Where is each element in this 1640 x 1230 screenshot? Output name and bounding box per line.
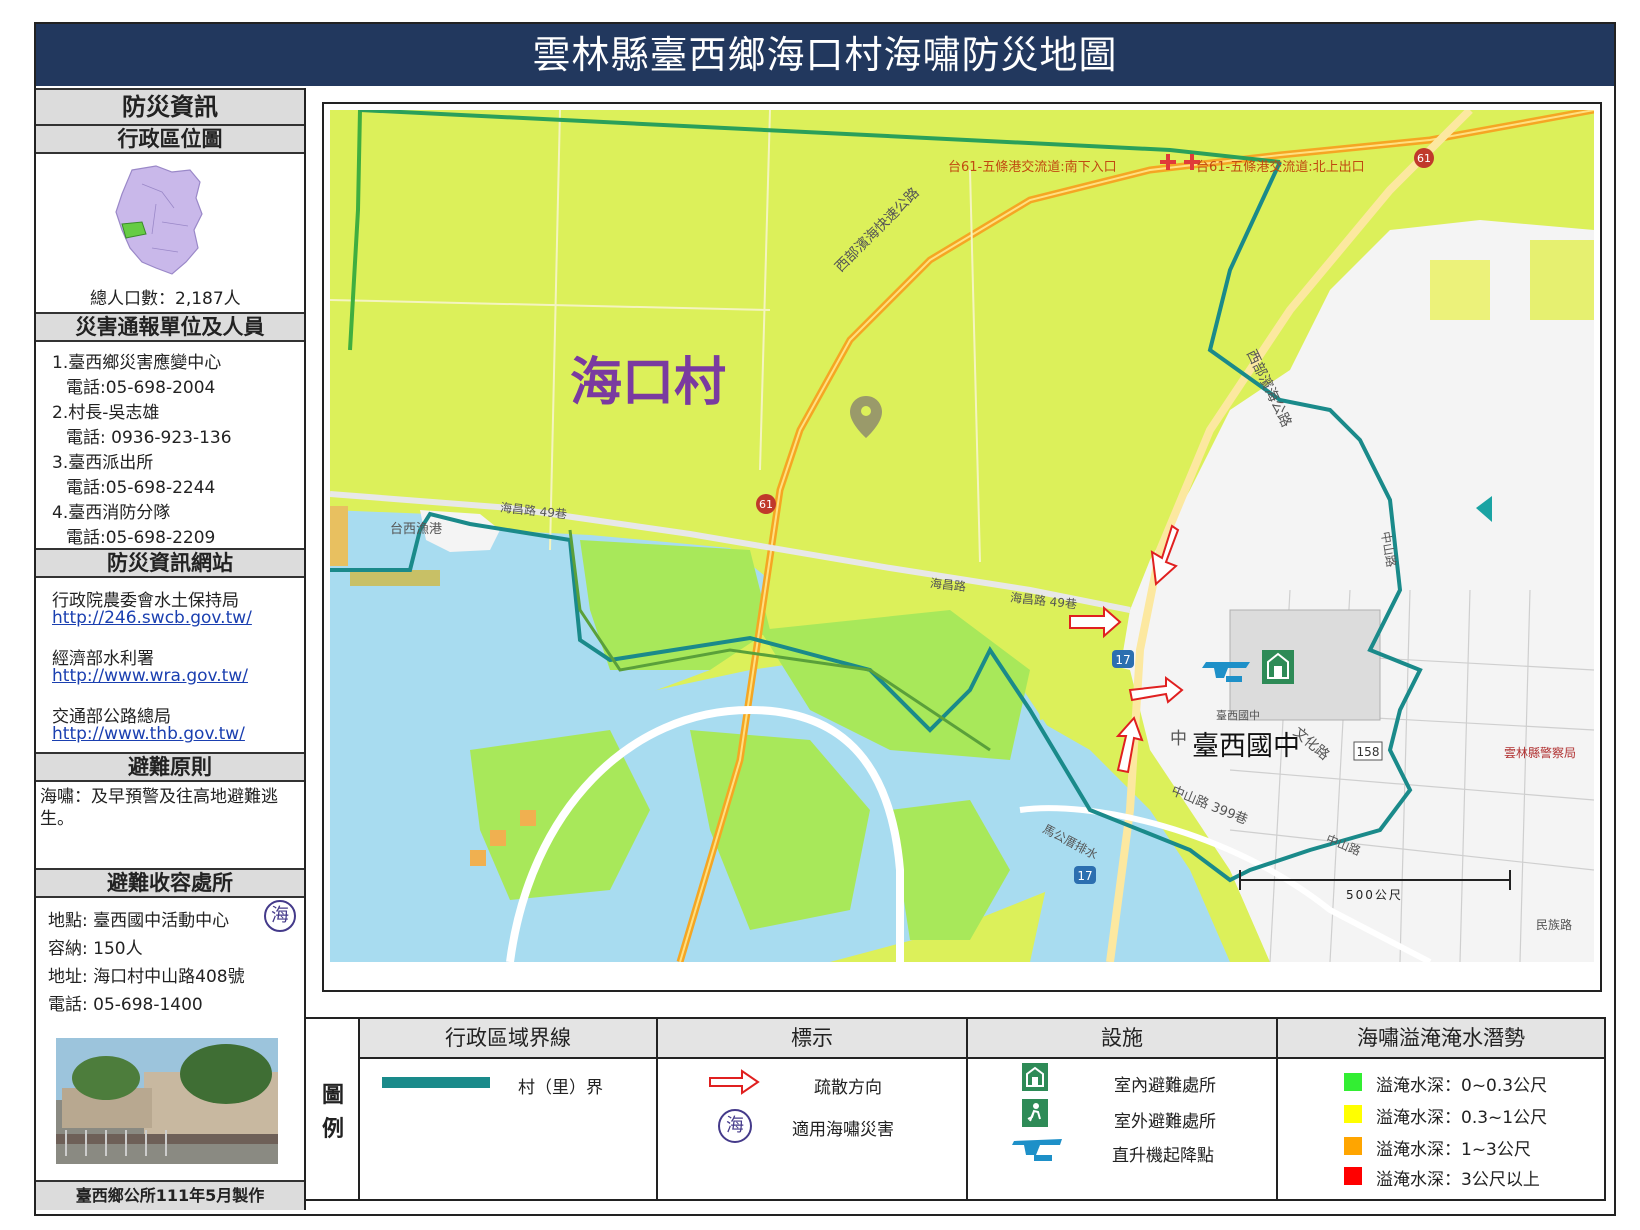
shelter-capacity: 容納: 150人 xyxy=(48,939,143,959)
map-label: 台西漁港 xyxy=(390,522,443,537)
inundation-tile-orange xyxy=(520,810,536,826)
section-contacts-header: 災害通報單位及人員 xyxy=(36,312,304,342)
contact-line: 電話:05-698-2244 xyxy=(66,478,216,498)
inundation-tile xyxy=(1430,260,1490,320)
route-17-label: 17 xyxy=(1115,653,1130,667)
inundation-swatch xyxy=(1344,1137,1362,1155)
page-title: 雲林縣臺西鄉海口村海嘯防災地圖 xyxy=(36,24,1614,86)
inundation-swatch xyxy=(1344,1105,1362,1123)
school-block xyxy=(1229,609,1381,721)
route-61-label: 61 xyxy=(1417,152,1431,165)
route-17-label: 17 xyxy=(1077,869,1092,883)
contact-line: 4.臺西消防分隊 xyxy=(52,503,171,523)
principle-text: 生。 xyxy=(40,809,74,829)
map-label: 台61-五條港交流道:南下入口 xyxy=(948,160,1117,175)
mark-label: 疏散方向 xyxy=(814,1078,882,1098)
contact-line: 電話:05-698-2209 xyxy=(66,528,216,548)
legend-col-facilities: 設施 xyxy=(968,1019,1276,1059)
shelter-phone: 電話: 05-698-1400 xyxy=(48,995,203,1015)
inundation-label: 溢淹水深：3公尺以上 xyxy=(1376,1170,1540,1190)
section-principle-header: 避難原則 xyxy=(36,752,304,782)
evacuation-arrow-icon xyxy=(709,1069,760,1095)
section-shelter-header: 避難收容處所 xyxy=(36,868,304,898)
inundation-label: 溢淹水深：0~0.3公尺 xyxy=(1376,1076,1548,1096)
population-text: 總人口數：2,187人 xyxy=(90,289,241,309)
route-shield-61: 61 xyxy=(756,494,776,514)
inundation-swatch xyxy=(1344,1073,1362,1091)
facility-label: 室外避難處所 xyxy=(1114,1112,1216,1132)
inundation-label: 溢淹水深：1~3公尺 xyxy=(1376,1140,1531,1160)
legend-side-char: 圖 xyxy=(321,1083,344,1108)
route-shield-17: 17 xyxy=(1074,866,1096,884)
website-link[interactable]: http://246.swcb.gov.tw/ xyxy=(52,608,252,628)
legend: 圖 例 行政區域界線 標示 設施 海嘯溢淹淹水潛勢 村（里）界 疏散方向 海 適… xyxy=(304,1017,1606,1201)
contact-line: 電話: 0936-923-136 xyxy=(66,428,232,448)
inundation-tile-orange xyxy=(490,830,506,846)
contact-line: 電話:05-698-2004 xyxy=(66,378,216,398)
map-label: 海昌路 xyxy=(929,576,967,594)
legend-col-marks: 標示 xyxy=(658,1019,966,1059)
inundation-tile-orange xyxy=(470,850,486,866)
principle-text: 海嘯：及早預警及往高地避難逃 xyxy=(40,787,278,807)
school-name-label: 臺西國中 xyxy=(1192,731,1300,762)
section-info-header: 防災資訊 xyxy=(36,88,304,126)
outdoor-shelter-icon xyxy=(1022,1099,1048,1127)
map[interactable]: 61 61 17 17 158 海口村 臺西國中 臺西國中 中 台61-五條港交… xyxy=(330,110,1594,962)
facility-label: 室內避難處所 xyxy=(1114,1076,1216,1096)
boundary-line-swatch xyxy=(382,1077,490,1088)
footer-credit: 臺西鄉公所111年5月製作 xyxy=(36,1180,304,1210)
school-small-label: 臺西國中 xyxy=(1216,709,1260,722)
website-link[interactable]: http://www.thb.gov.tw/ xyxy=(52,724,245,744)
shelter-photo xyxy=(56,1038,278,1164)
tsunami-badge-icon: 海 xyxy=(718,1109,752,1143)
scale-label: 500公尺 xyxy=(1346,888,1403,902)
route-61-label: 61 xyxy=(759,498,773,511)
tsunami-badge: 海 xyxy=(264,900,296,932)
website-link[interactable]: http://www.wra.gov.tw/ xyxy=(52,666,248,686)
contact-line: 1.臺西鄉災害應變中心 xyxy=(52,353,222,373)
route-shield-17: 17 xyxy=(1112,650,1134,668)
shelter-address: 地址: 海口村中山路408號 xyxy=(48,967,245,987)
legend-side-char: 例 xyxy=(321,1117,344,1142)
section-websites-header: 防災資訊網站 xyxy=(36,548,304,578)
indoor-shelter-icon[interactable] xyxy=(1262,650,1294,684)
township-shape xyxy=(115,165,203,275)
contact-line: 3.臺西派出所 xyxy=(52,453,154,473)
map-canvas: 61 61 17 17 158 xyxy=(330,110,1594,962)
inundation-tile-orange xyxy=(330,506,348,566)
map-label: 台61-五條港交流道:北上出口 xyxy=(1196,160,1365,175)
contact-line: 2.村長-吳志雄 xyxy=(52,403,160,423)
section-admin-header: 行政區位圖 xyxy=(36,124,304,154)
legend-side-label: 圖 例 xyxy=(306,1019,360,1199)
inundation-tile xyxy=(1530,240,1594,320)
boundary-label: 村（里）界 xyxy=(518,1078,603,1098)
route-shield-158: 158 xyxy=(1353,741,1383,761)
facility-label: 直升機起降點 xyxy=(1112,1146,1214,1166)
route-shield-61: 61 xyxy=(1414,148,1434,168)
map-label: 雲林縣警察局 xyxy=(1504,746,1577,760)
inundation-tile-orange xyxy=(350,570,440,586)
indoor-shelter-icon xyxy=(1022,1063,1048,1091)
township-location-map xyxy=(115,165,203,275)
inundation-swatch xyxy=(1344,1167,1362,1185)
route-158-label: 158 xyxy=(1357,745,1380,759)
map-label: 中 xyxy=(1170,729,1187,749)
mark-label: 適用海嘯災害 xyxy=(792,1120,894,1140)
legend-col-boundary: 行政區域界線 xyxy=(360,1019,656,1059)
inundation-label: 溢淹水深：0.3~1公尺 xyxy=(1376,1108,1548,1128)
shelter-place: 地點: 臺西國中活動中心 xyxy=(48,911,230,931)
map-label: 民族路 xyxy=(1536,918,1573,932)
helicopter-icon xyxy=(1012,1139,1062,1161)
village-name-label: 海口村 xyxy=(570,353,727,413)
legend-col-inundation: 海嘯溢淹淹水潛勢 xyxy=(1278,1019,1604,1059)
sidebar: 防災資訊 行政區位圖 總人口數：2,187人 災害通報單位及人員 1.臺西鄉災害… xyxy=(36,88,306,1210)
